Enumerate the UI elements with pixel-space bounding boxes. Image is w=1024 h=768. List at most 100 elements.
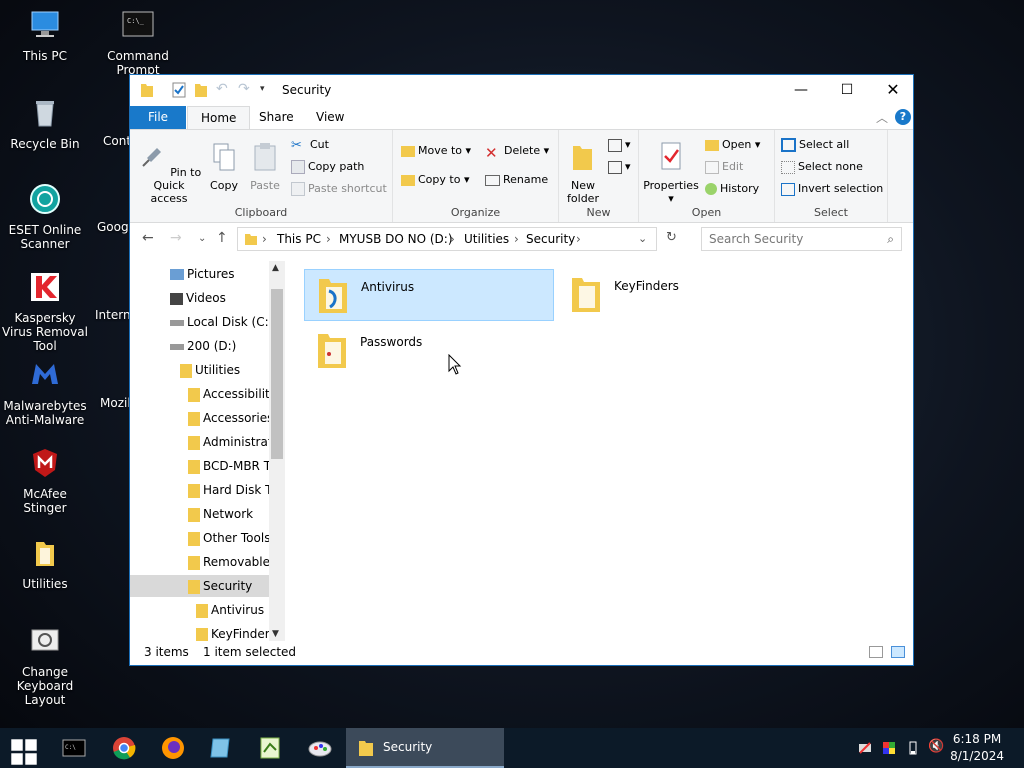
desktop-icon-kaspersky[interactable]: Kaspersky Virus Removal Tool <box>0 270 90 353</box>
help-icon[interactable]: ? <box>895 109 911 125</box>
scrollbar-thumb[interactable] <box>271 289 283 459</box>
breadcrumb-drive[interactable]: MYUSB DO NO (D:) <box>339 232 453 246</box>
desktop-icon-eset[interactable]: ESET Online Scanner <box>0 182 90 251</box>
move-to-button[interactable]: Move to ▾ <box>401 144 471 157</box>
breadcrumb-utilities[interactable]: Utilities <box>464 232 509 246</box>
recent-locations-icon[interactable]: ⌄ <box>198 233 206 244</box>
windows-start-icon[interactable] <box>10 738 38 766</box>
properties-quick-icon[interactable] <box>172 82 186 98</box>
new-item-button[interactable]: ▾ <box>608 138 631 152</box>
desktop-icon-change-keyboard-layout[interactable]: Change Keyboard Layout <box>0 624 90 707</box>
volume-muted-icon[interactable]: 🔇 <box>928 739 948 754</box>
nav-item-network[interactable]: Network <box>188 503 270 525</box>
nav-item-removable[interactable]: Removable <box>188 551 270 573</box>
customize-toolbar-icon[interactable]: ▾ <box>260 84 265 94</box>
refresh-icon[interactable]: ↻ <box>666 230 677 245</box>
desktop-icon-malwarebytes[interactable]: Malwarebytes Anti-Malware <box>0 358 90 427</box>
scroll-up-icon[interactable]: ▲ <box>272 263 279 273</box>
command-prompt-taskbar-icon[interactable]: C:\ <box>60 734 88 762</box>
breadcrumb-security[interactable]: Security <box>526 232 575 246</box>
chrome-icon[interactable] <box>110 734 138 762</box>
history-button[interactable]: History <box>705 182 759 195</box>
open-button[interactable]: Open ▾ <box>705 138 760 151</box>
tab-view[interactable]: View <box>303 106 357 129</box>
nav-item-drive-d[interactable]: 200 (D:) <box>170 335 236 357</box>
breadcrumb-separator[interactable]: › <box>326 232 331 246</box>
desktop-icon-command-prompt[interactable]: C:\_ Command Prompt <box>93 8 183 77</box>
nav-item-bcd-mbr[interactable]: BCD-MBR T <box>188 455 270 477</box>
nav-item-pictures[interactable]: Pictures <box>170 263 235 285</box>
breadcrumb-separator[interactable]: › <box>450 232 455 246</box>
nav-item-hard-disk-tools[interactable]: Hard Disk To <box>188 479 270 501</box>
large-icons-view-icon[interactable] <box>891 646 905 658</box>
address-history-chevron-icon[interactable]: ⌄ <box>638 232 647 245</box>
details-view-icon[interactable] <box>869 646 883 658</box>
tab-file[interactable]: File <box>130 106 186 129</box>
nav-item-utilities[interactable]: Utilities <box>180 359 240 381</box>
breadcrumb-separator[interactable]: › <box>514 232 519 246</box>
forward-arrow-icon[interactable]: → <box>170 230 182 246</box>
paste-button[interactable]: Paste <box>245 140 285 192</box>
edit-button[interactable]: Edit <box>705 160 743 174</box>
search-input[interactable]: Search Security ⌕ <box>701 227 902 251</box>
close-button[interactable]: ✕ <box>870 75 916 105</box>
desktop-icon-utilities[interactable]: Utilities <box>0 536 90 591</box>
nav-item-antivirus[interactable]: Antivirus <box>196 599 270 621</box>
copy-button[interactable]: Copy <box>207 140 241 192</box>
new-folder-quick-icon[interactable] <box>194 82 208 98</box>
system-clock[interactable]: 6:18 PM 8/1/2024 <box>950 731 1004 765</box>
file-item-passwords[interactable]: Passwords <box>304 325 554 377</box>
up-arrow-icon[interactable]: ↑ <box>216 230 228 246</box>
select-none-button[interactable]: Select none <box>781 160 863 174</box>
easy-access-button[interactable]: ▾ <box>608 160 631 174</box>
copy-path-button[interactable]: Copy path <box>291 160 364 174</box>
breadcrumb-separator[interactable]: › <box>262 232 267 246</box>
undo-icon[interactable]: ↶ <box>216 81 228 97</box>
copy-to-button[interactable]: Copy to ▾ <box>401 173 469 186</box>
cut-button[interactable]: ✂ Cut <box>291 138 329 153</box>
nav-item-other-tools[interactable]: Other Tools <box>188 527 270 549</box>
tab-share[interactable]: Share <box>246 106 307 129</box>
desktop-icon-internet-explorer[interactable]: Interne <box>93 270 131 322</box>
file-item-keyfinders[interactable]: KeyFinders <box>558 269 808 321</box>
redo-icon[interactable]: ↷ <box>238 81 250 97</box>
notepad-icon[interactable] <box>207 734 235 762</box>
desktop-icon-mcafee[interactable]: McAfee Stinger <box>0 446 90 515</box>
tab-home[interactable]: Home <box>187 106 251 129</box>
nav-item-accessories[interactable]: Accessories <box>188 407 270 429</box>
collapse-ribbon-icon[interactable]: ︿ <box>876 109 888 126</box>
display-icon[interactable] <box>882 741 896 755</box>
new-folder-button[interactable]: New folder <box>563 140 603 205</box>
invert-selection-button[interactable]: Invert selection <box>781 182 883 196</box>
delete-button[interactable]: ✕ Delete ▾ <box>485 144 549 162</box>
scroll-down-icon[interactable]: ▼ <box>272 629 279 639</box>
usb-drive-icon[interactable] <box>906 741 920 755</box>
address-bar[interactable]: › This PC › MYUSB DO NO (D:) › Utilities… <box>237 227 657 251</box>
nav-item-keyfinders[interactable]: KeyFinders <box>196 623 270 641</box>
maximize-button[interactable]: ☐ <box>824 75 870 105</box>
paste-shortcut-button[interactable]: Paste shortcut <box>291 182 387 196</box>
firefox-icon[interactable] <box>159 734 187 762</box>
breadcrumb-separator[interactable]: › <box>576 232 581 246</box>
select-all-button[interactable]: Select all <box>781 138 849 152</box>
breadcrumb-this-pc[interactable]: This PC <box>277 232 321 246</box>
taskbar-item-security[interactable]: Security <box>346 728 504 768</box>
nav-item-videos[interactable]: Videos <box>170 287 226 309</box>
nav-item-security[interactable]: Security <box>130 575 269 597</box>
pin-to-quick-access-button[interactable]: Pin to Quick access <box>134 140 204 205</box>
navigation-scrollbar[interactable]: ▲ ▼ <box>269 261 285 641</box>
rename-button[interactable]: Rename <box>485 173 548 186</box>
paint-icon[interactable] <box>306 734 334 762</box>
minimize-button[interactable]: — <box>778 75 824 105</box>
desktop-icon-recycle-bin[interactable]: Recycle Bin <box>0 96 90 151</box>
desktop-icon-google-chrome[interactable]: Googl <box>93 182 133 234</box>
text-editor-icon[interactable] <box>256 734 284 762</box>
nav-item-accessibility[interactable]: Accessibility <box>188 383 270 405</box>
nav-item-local-disk[interactable]: Local Disk (C:) <box>170 311 273 333</box>
file-item-antivirus[interactable]: Antivirus <box>304 269 554 321</box>
nav-item-administrative[interactable]: Administrat <box>188 431 270 453</box>
network-icon[interactable] <box>858 741 872 755</box>
desktop-icon-this-pc[interactable]: This PC <box>0 8 90 63</box>
back-arrow-icon[interactable]: ← <box>142 230 154 246</box>
properties-button[interactable]: Properties ▾ <box>643 140 699 205</box>
